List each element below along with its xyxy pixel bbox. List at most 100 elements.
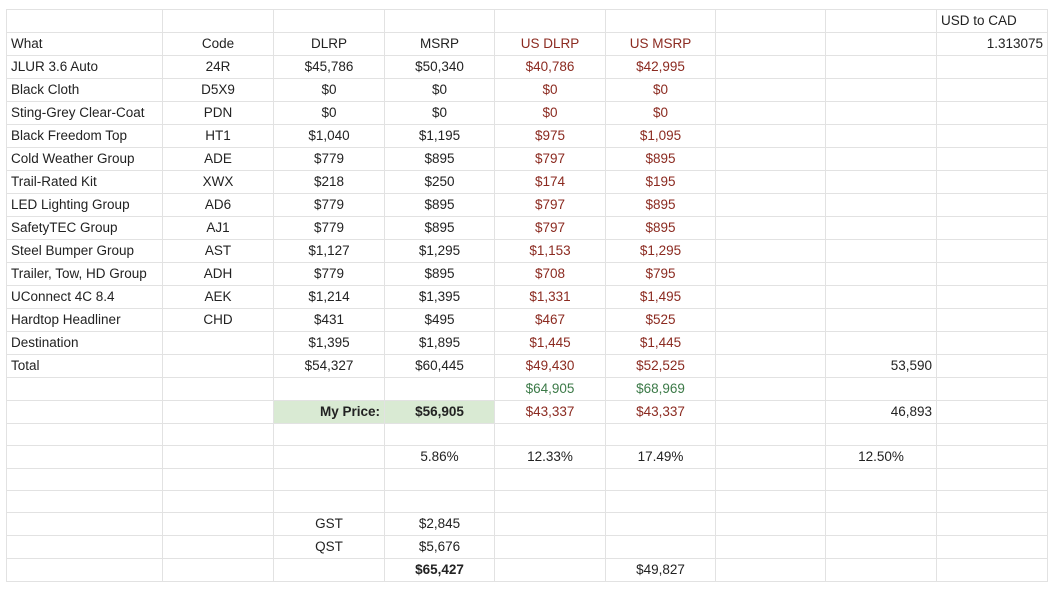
cell-r18-c4[interactable]: $56,905 [384,400,495,424]
cell-r8-c2[interactable]: XWX [162,170,274,194]
cell-r19-c7[interactable] [715,423,826,446]
cell-r1-c1[interactable] [6,9,163,33]
cell-r7-c7[interactable] [715,147,826,171]
cell-r25-c6[interactable]: $49,827 [605,558,716,582]
cell-r22-c5[interactable] [494,490,606,513]
cell-r15-c4[interactable]: $1,895 [384,331,495,355]
cell-r1-c3[interactable] [273,9,385,33]
cell-r9-c4[interactable]: $895 [384,193,495,217]
cell-r13-c1[interactable]: UConnect 4C 8.4 [6,285,163,309]
cell-r25-c2[interactable] [162,558,274,582]
cell-r10-c6[interactable]: $895 [605,216,716,240]
cell-r13-c7[interactable] [715,285,826,309]
cell-r19-c8[interactable] [825,423,937,446]
cell-r5-c1[interactable]: Sting-Grey Clear-Coat [6,101,163,125]
cell-r24-c1[interactable] [6,535,163,559]
cell-r14-c8[interactable] [825,308,937,332]
cell-r8-c1[interactable]: Trail-Rated Kit [6,170,163,194]
cell-r12-c1[interactable]: Trailer, Tow, HD Group [6,262,163,286]
cell-r5-c8[interactable] [825,101,937,125]
cell-r2-c9[interactable]: 1.313075 [936,32,1048,56]
cell-r16-c1[interactable]: Total [6,354,163,378]
cell-r22-c8[interactable] [825,490,937,513]
cell-r20-c7[interactable] [715,445,826,469]
cell-r24-c5[interactable] [494,535,606,559]
cell-r19-c9[interactable] [936,423,1048,446]
cell-r1-c9[interactable]: USD to CAD [936,9,1048,33]
cell-r6-c5[interactable]: $975 [494,124,606,148]
cell-r2-c1[interactable]: What [6,32,163,56]
cell-r17-c9[interactable] [936,377,1048,401]
cell-r23-c7[interactable] [715,512,826,536]
cell-r6-c2[interactable]: HT1 [162,124,274,148]
cell-r17-c4[interactable] [384,377,495,401]
cell-r5-c7[interactable] [715,101,826,125]
cell-r8-c5[interactable]: $174 [494,170,606,194]
cell-r3-c4[interactable]: $50,340 [384,55,495,79]
cell-r13-c6[interactable]: $1,495 [605,285,716,309]
cell-r15-c7[interactable] [715,331,826,355]
cell-r1-c5[interactable] [494,9,606,33]
cell-r9-c9[interactable] [936,193,1048,217]
cell-r12-c7[interactable] [715,262,826,286]
cell-r10-c8[interactable] [825,216,937,240]
cell-r8-c3[interactable]: $218 [273,170,385,194]
cell-r17-c5[interactable]: $64,905 [494,377,606,401]
cell-r21-c1[interactable] [6,468,163,491]
cell-r14-c2[interactable]: CHD [162,308,274,332]
cell-r12-c3[interactable]: $779 [273,262,385,286]
cell-r6-c1[interactable]: Black Freedom Top [6,124,163,148]
cell-r15-c5[interactable]: $1,445 [494,331,606,355]
cell-r12-c9[interactable] [936,262,1048,286]
cell-r7-c9[interactable] [936,147,1048,171]
cell-r2-c4[interactable]: MSRP [384,32,495,56]
cell-r10-c4[interactable]: $895 [384,216,495,240]
cell-r7-c2[interactable]: ADE [162,147,274,171]
cell-r16-c4[interactable]: $60,445 [384,354,495,378]
cell-r21-c2[interactable] [162,468,274,491]
cell-r12-c4[interactable]: $895 [384,262,495,286]
cell-r24-c8[interactable] [825,535,937,559]
cell-r17-c7[interactable] [715,377,826,401]
cell-r1-c7[interactable] [715,9,826,33]
cell-r11-c3[interactable]: $1,127 [273,239,385,263]
cell-r10-c3[interactable]: $779 [273,216,385,240]
cell-r15-c2[interactable] [162,331,274,355]
cell-r25-c8[interactable] [825,558,937,582]
cell-r25-c3[interactable] [273,558,385,582]
cell-r14-c4[interactable]: $495 [384,308,495,332]
cell-r1-c8[interactable] [825,9,937,33]
cell-r16-c7[interactable] [715,354,826,378]
cell-r6-c7[interactable] [715,124,826,148]
cell-r22-c9[interactable] [936,490,1048,513]
cell-r1-c6[interactable] [605,9,716,33]
cell-r23-c1[interactable] [6,512,163,536]
cell-r18-c9[interactable] [936,400,1048,424]
cell-r2-c2[interactable]: Code [162,32,274,56]
cell-r4-c7[interactable] [715,78,826,102]
cell-r12-c8[interactable] [825,262,937,286]
cell-r11-c4[interactable]: $1,295 [384,239,495,263]
cell-r1-c2[interactable] [162,9,274,33]
cell-r23-c3[interactable]: GST [273,512,385,536]
cell-r3-c8[interactable] [825,55,937,79]
cell-r7-c5[interactable]: $797 [494,147,606,171]
cell-r5-c2[interactable]: PDN [162,101,274,125]
cell-r7-c8[interactable] [825,147,937,171]
cell-r16-c5[interactable]: $49,430 [494,354,606,378]
cell-r22-c4[interactable] [384,490,495,513]
cell-r2-c3[interactable]: DLRP [273,32,385,56]
cell-r1-c4[interactable] [384,9,495,33]
cell-r20-c2[interactable] [162,445,274,469]
cell-r23-c4[interactable]: $2,845 [384,512,495,536]
cell-r22-c7[interactable] [715,490,826,513]
cell-r4-c1[interactable]: Black Cloth [6,78,163,102]
cell-r4-c9[interactable] [936,78,1048,102]
cell-r23-c6[interactable] [605,512,716,536]
cell-r24-c9[interactable] [936,535,1048,559]
cell-r9-c8[interactable] [825,193,937,217]
cell-r17-c6[interactable]: $68,969 [605,377,716,401]
cell-r12-c5[interactable]: $708 [494,262,606,286]
cell-r6-c4[interactable]: $1,195 [384,124,495,148]
cell-r13-c9[interactable] [936,285,1048,309]
